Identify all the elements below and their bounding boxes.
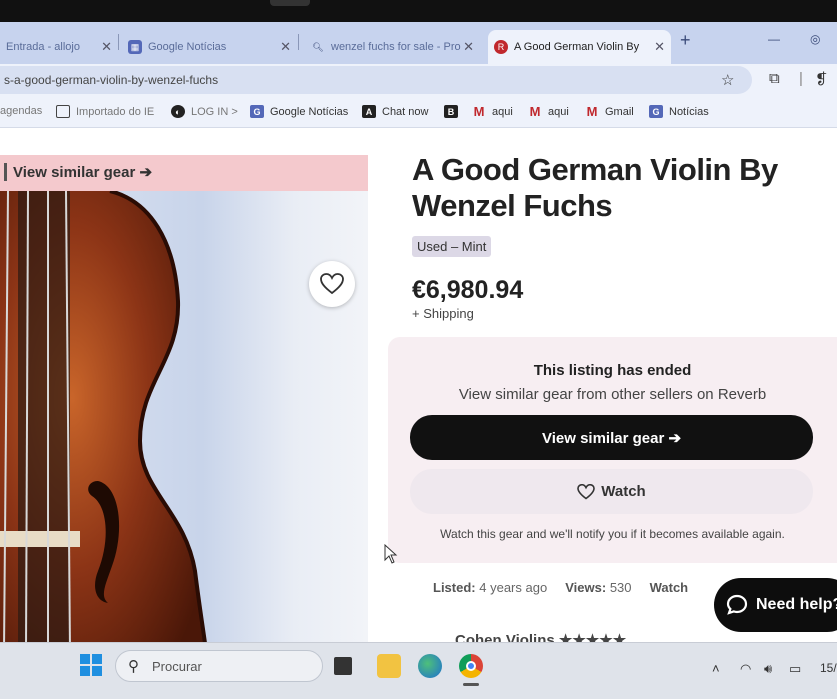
page-content: View similar gear ➔ A Good German Violin… xyxy=(0,128,837,642)
start-tile xyxy=(80,666,90,676)
product-photo[interactable] xyxy=(0,191,368,642)
tab-label: A Good German Violin By xyxy=(514,41,640,53)
profile-icon[interactable]: ❡ xyxy=(815,70,828,88)
listed-value: 4 years ago xyxy=(479,580,548,595)
gmail-icon: M xyxy=(473,104,485,119)
folder-icon xyxy=(56,105,70,118)
bookmark-noticias[interactable]: G Notícias xyxy=(649,105,709,118)
heart-icon xyxy=(320,273,344,295)
condition-badge: Used – Mint xyxy=(412,236,492,257)
shop-name[interactable]: Cohen Violins ★★★★★ xyxy=(455,631,626,642)
tab-label: wenzel fuchs for sale - Pro xyxy=(331,41,461,53)
reverb-icon: R xyxy=(494,40,508,54)
start-button[interactable] xyxy=(80,654,102,676)
chrome-icon[interactable] xyxy=(459,654,483,678)
chat-bubble-icon xyxy=(726,594,748,615)
news-icon: ▦ xyxy=(128,40,142,54)
tab-search-wenzel[interactable]: 🔍︎ wenzel fuchs for sale - Pro ✕ xyxy=(305,32,480,62)
bookmark-b[interactable]: B xyxy=(444,105,464,118)
taskbar-search[interactable]: ⚲ Procurar xyxy=(115,650,323,682)
listing-stats: Listed: 4 years ago Views: 530 Watch xyxy=(433,580,688,595)
restore-icon[interactable]: ◎ xyxy=(810,32,820,46)
task-view-icon[interactable] xyxy=(334,657,352,675)
violin-image xyxy=(0,191,207,642)
browser-tab-bar: Entrada - allojo ✕ ▦ Google Notícias ✕ 🔍… xyxy=(0,22,837,64)
heart-icon xyxy=(577,483,596,500)
windows-taskbar: ⚲ Procurar ˄ ◠ 🔊︎ ▭ 15/ xyxy=(0,642,837,699)
ended-heading: This listing has ended xyxy=(533,362,692,379)
listed-label: Listed: xyxy=(433,580,476,595)
chevron-up-icon[interactable]: ˄ xyxy=(712,661,720,676)
file-explorer-icon[interactable] xyxy=(377,654,401,678)
tab-google-noticias[interactable]: ▦ Google Notícias ✕ xyxy=(122,32,297,62)
views-label: Views: xyxy=(565,580,607,595)
shipping-text: + Shipping xyxy=(412,306,474,321)
close-icon[interactable]: ✕ xyxy=(654,39,665,55)
volume-icon[interactable]: 🔊︎ xyxy=(764,661,772,677)
extensions-icon[interactable]: ⧉ xyxy=(769,70,780,87)
tab-separator xyxy=(298,34,299,50)
new-tab-icon[interactable]: + xyxy=(680,30,691,51)
view-similar-banner[interactable]: View similar gear ➔ xyxy=(0,155,368,191)
bookmark-importado[interactable]: Importado do IE xyxy=(56,105,154,118)
search-placeholder: Procurar xyxy=(152,659,202,674)
tab-label: Google Notícias xyxy=(148,41,227,53)
ended-subheading: View similar gear from other sellers on … xyxy=(458,386,767,403)
edge-icon[interactable] xyxy=(418,654,442,678)
bookmark-login[interactable]: ◐ LOG IN > xyxy=(171,105,238,118)
close-icon[interactable]: ✕ xyxy=(463,39,474,55)
view-similar-link[interactable]: View similar gear ➔ xyxy=(4,163,152,181)
watch-note: Watch this gear and we'll notify you if … xyxy=(440,527,785,541)
camera-notch xyxy=(270,0,310,6)
bookmark-agendas[interactable]: agendas xyxy=(0,105,42,117)
tab-active-violin[interactable]: R A Good German Violin By ✕ xyxy=(488,30,671,64)
toolbar-divider: | xyxy=(799,70,803,87)
listing-ended-panel: This listing has ended View similar gear… xyxy=(388,337,837,563)
tab-separator xyxy=(118,34,119,50)
mouse-cursor xyxy=(384,544,398,564)
star-icon[interactable]: ☆ xyxy=(721,71,734,89)
clock[interactable]: 15/ xyxy=(820,661,837,675)
start-tile xyxy=(92,654,102,664)
chat-icon: A xyxy=(362,105,376,118)
start-tile xyxy=(80,654,90,664)
battery-icon[interactable]: ▭ xyxy=(789,661,801,677)
gmail-icon: M xyxy=(586,104,598,119)
tab-label: Entrada - allojo xyxy=(6,41,80,53)
bookmarks-bar: agendas Importado do IE ◐ LOG IN > G Googl… xyxy=(0,98,837,128)
b-icon: B xyxy=(444,105,458,118)
favorite-button[interactable] xyxy=(309,261,355,307)
bookmark-aqui-2[interactable]: Maqui xyxy=(528,104,569,119)
url-text: s-a-good-german-violin-by-wenzel-fuchs xyxy=(4,73,219,87)
globe-icon: ◐ xyxy=(171,105,185,118)
tab-entrada[interactable]: Entrada - allojo ✕ xyxy=(0,32,118,62)
active-app-indicator xyxy=(463,683,479,686)
listing-price: €6,980.94 xyxy=(412,276,524,304)
gmail-icon: M xyxy=(529,104,541,119)
watch-button[interactable]: Watch xyxy=(410,469,813,514)
views-value: 530 xyxy=(609,580,632,595)
news-icon: G xyxy=(250,105,264,118)
view-similar-button[interactable]: View similar gear ➔ xyxy=(410,415,813,460)
bookmark-gmail[interactable]: M Gmail xyxy=(585,104,634,119)
close-icon[interactable]: ✕ xyxy=(101,39,112,55)
news-icon: G xyxy=(649,105,663,118)
need-help-button[interactable]: Need help? xyxy=(714,578,837,632)
minimize-icon[interactable]: — xyxy=(768,32,780,46)
chrome-center xyxy=(466,661,476,671)
search-icon: ⚲ xyxy=(128,658,139,675)
start-tile xyxy=(92,666,102,676)
address-bar[interactable]: s-a-good-german-violin-by-wenzel-fuchs xyxy=(0,66,752,94)
bookmark-aqui-1[interactable]: Maqui xyxy=(472,104,513,119)
screen-bezel xyxy=(0,0,837,22)
close-icon[interactable]: ✕ xyxy=(280,39,291,55)
search-icon: 🔍︎ xyxy=(312,41,324,52)
listing-title: A Good German Violin By Wenzel Fuchs xyxy=(412,152,778,223)
address-row: s-a-good-german-violin-by-wenzel-fuchs ☆… xyxy=(0,64,837,98)
bookmark-chat-now[interactable]: A Chat now xyxy=(362,105,428,118)
wifi-icon[interactable]: ◠ xyxy=(740,661,751,677)
watchers-label: Watch xyxy=(649,580,689,595)
bookmark-google-noticias[interactable]: G Google Notícias xyxy=(250,105,348,118)
